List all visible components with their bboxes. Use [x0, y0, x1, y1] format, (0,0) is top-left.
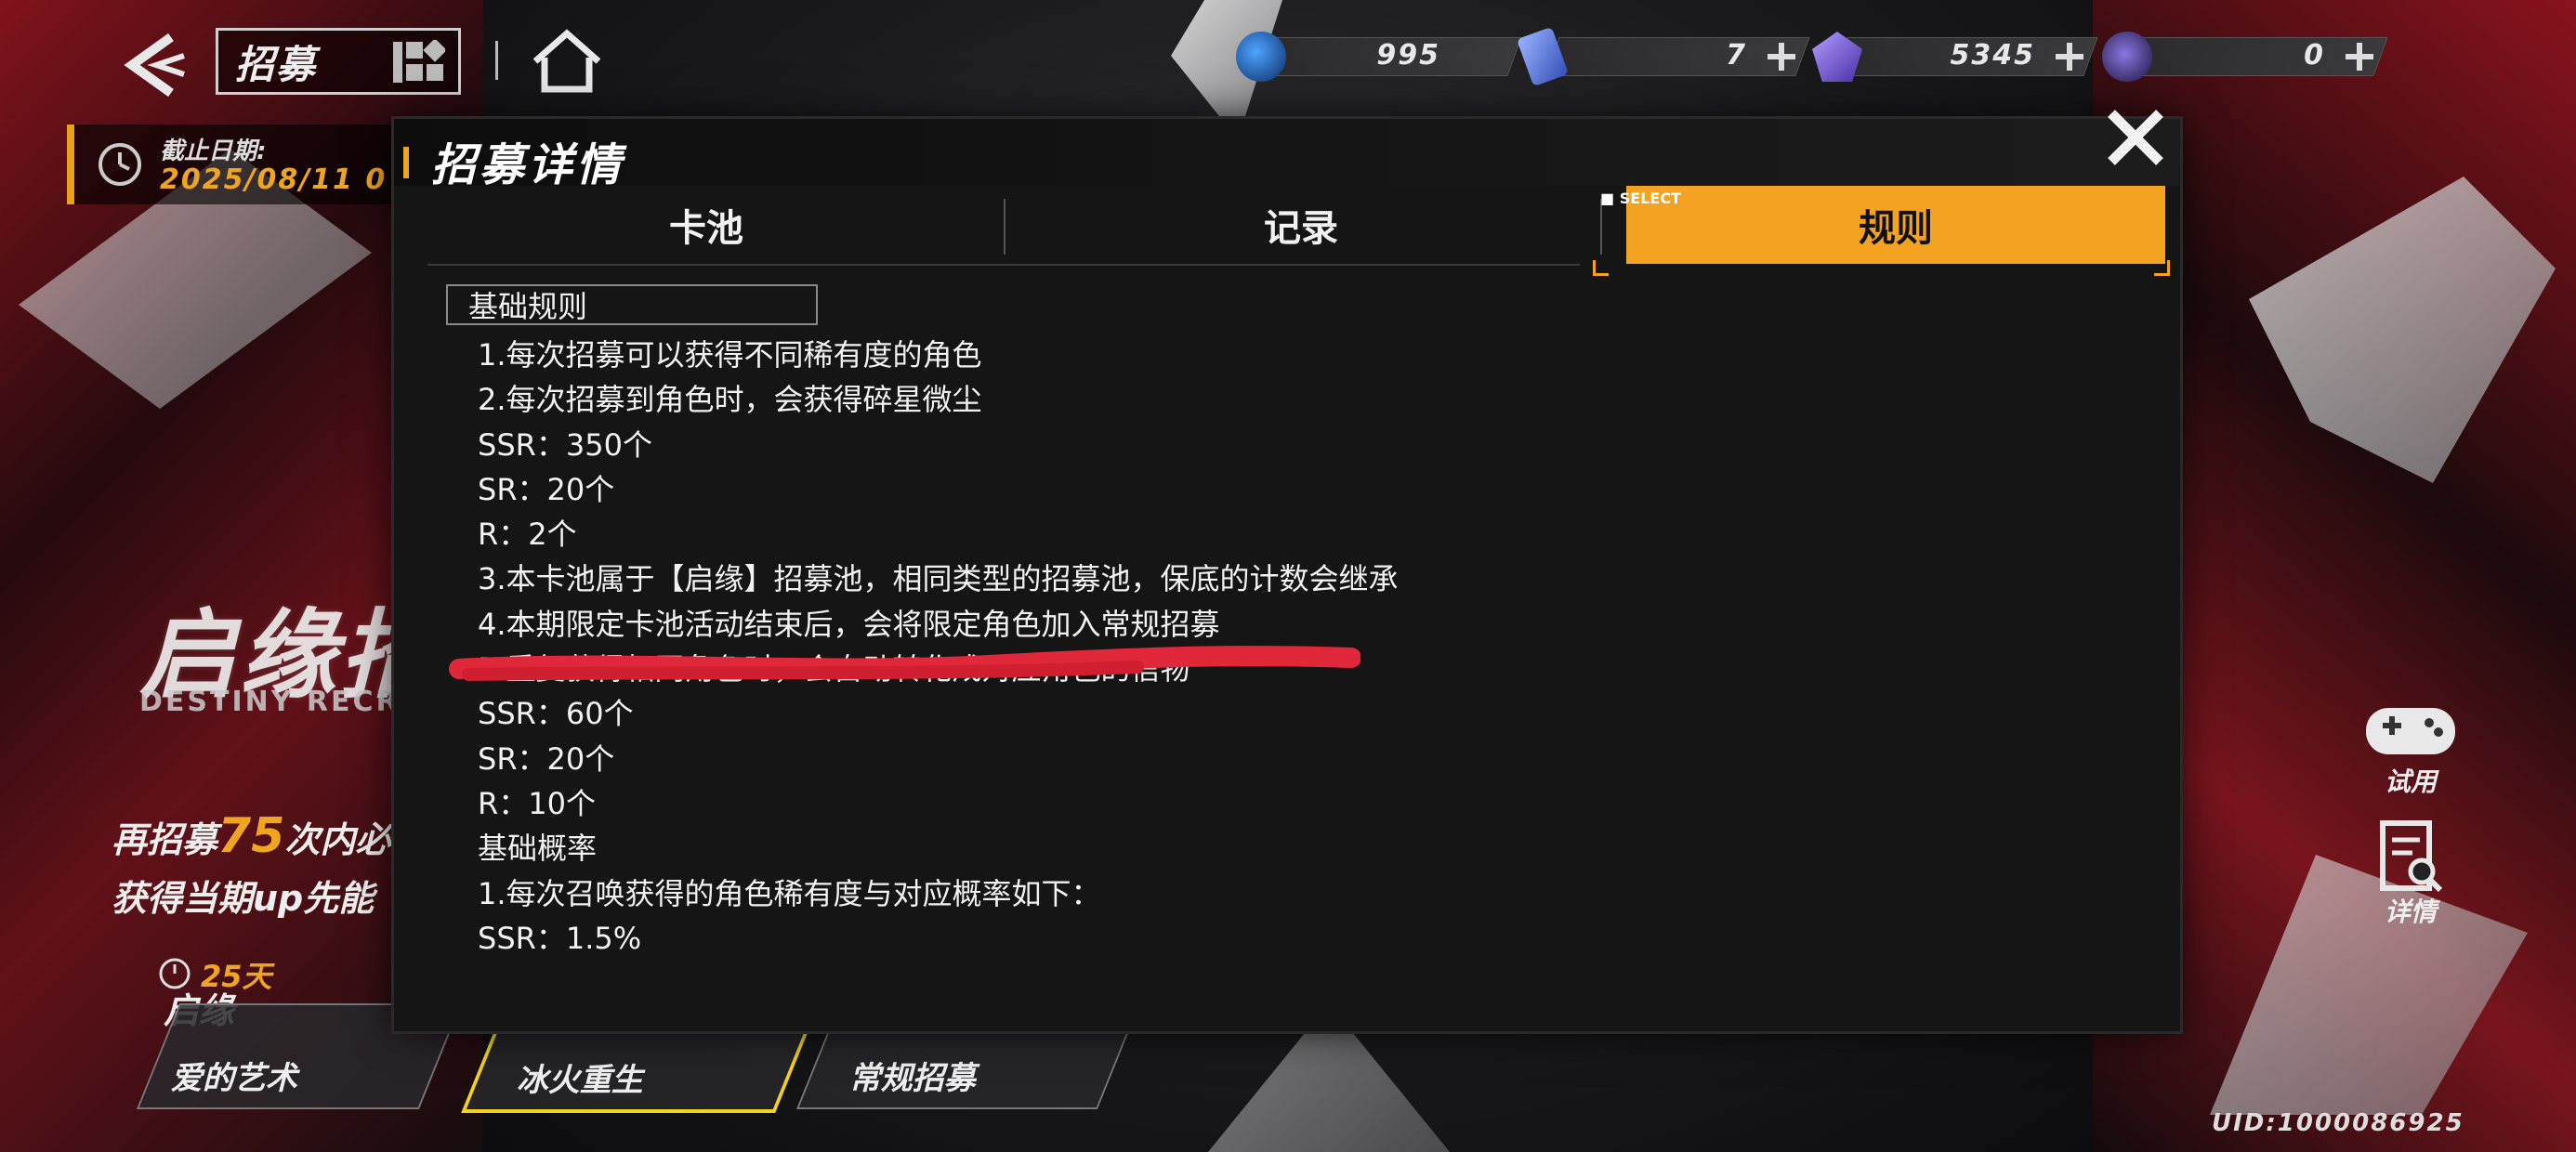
gamepad-icon — [2366, 708, 2455, 754]
rule-line: 基础概率 — [478, 831, 598, 867]
plus-icon[interactable] — [2054, 41, 2085, 72]
tab-corner — [1593, 260, 1609, 276]
trial-button[interactable]: 试用 — [2355, 687, 2466, 799]
rule-line: 1.每次召唤获得的角色稀有度与对应概率如下： — [478, 875, 1101, 911]
detail-label: 详情 — [2384, 897, 2437, 927]
plus-icon[interactable] — [1766, 41, 1797, 72]
resource-crystal: 5345 — [1812, 32, 2098, 82]
blue-orb-icon — [1236, 32, 1286, 82]
tab-corner — [2154, 260, 2170, 276]
modal-title: 招募详情 — [431, 139, 625, 191]
rule-line: SR：20个 — [478, 471, 615, 507]
rule-line: R：10个 — [478, 785, 596, 821]
promo-line-2: 获得当期up先能 — [112, 878, 375, 919]
rule-line: SSR：60个 — [478, 696, 634, 732]
red-scribble-overlay — [449, 646, 1360, 681]
user-id: UID:1000086925 — [2212, 1109, 2464, 1137]
close-button[interactable] — [2098, 100, 2173, 175]
plus-icon[interactable] — [2344, 41, 2375, 72]
recruit-detail-modal: 招募详情 卡池 记录 规则 ■ SELECT 基础规则 1.每次招募可以获得不同… — [394, 119, 2180, 1031]
home-icon — [532, 29, 601, 93]
tab-card-pool[interactable]: 卡池 — [427, 186, 985, 264]
resource-dark-orb: 0 — [2102, 32, 2388, 82]
promo-line-1: 再招募75次内必 — [112, 808, 391, 864]
dark-orb-icon — [2102, 32, 2152, 82]
deadline-box: 截止日期: 2025/08/11 0 — [67, 124, 427, 204]
tab-underline — [427, 264, 1580, 266]
rules-content: 基础规则 1.每次招募可以获得不同稀有度的角色 2.每次招募到角色时，会获得碎星… — [446, 284, 2132, 961]
rule-line: 2.每次招募到角色时，会获得碎星微尘 — [478, 382, 982, 418]
back-button[interactable] — [119, 28, 193, 102]
section-title: 基础规则 — [446, 284, 818, 325]
tab-rules[interactable]: 规则 — [1626, 186, 2165, 264]
deadline-label: 截止日期: — [160, 137, 267, 165]
resource-ticket: 7 — [1516, 26, 1810, 87]
clock-icon — [159, 958, 191, 989]
deadline-date: 2025/08/11 0 — [160, 164, 388, 196]
page-title-box: 招募 — [216, 28, 461, 95]
header-accent — [403, 147, 409, 178]
rule-line: 1.每次招募可以获得不同稀有度的角色 — [478, 337, 982, 373]
detail-button[interactable]: 详情 — [2355, 818, 2466, 929]
top-divider — [495, 41, 498, 80]
tab-records[interactable]: 记录 — [1022, 186, 1580, 264]
modal-tabs: 卡池 记录 规则 — [427, 186, 2165, 264]
tab-separator — [1600, 199, 1602, 255]
resource-blue-orb: 995 — [1236, 32, 1522, 82]
promo-count: 75 — [217, 808, 285, 864]
resource-value: 5345 — [1950, 39, 2035, 72]
select-tag: ■ SELECT — [1600, 190, 1681, 207]
rule-line: SR：20个 — [478, 740, 615, 777]
grid-icon — [393, 40, 445, 83]
rule-line: R：2个 — [478, 517, 577, 553]
home-button[interactable] — [530, 28, 604, 95]
close-icon — [2108, 110, 2163, 165]
rule-line: SSR：1.5% — [478, 920, 642, 956]
page-title: 招募 — [235, 41, 318, 87]
resource-value: 7 — [1726, 39, 1747, 72]
ticket-icon — [1516, 26, 1570, 87]
modal-header: 招募详情 — [394, 119, 2180, 191]
tab-separator — [1004, 199, 1005, 255]
rule-line: 3.本卡池属于【启缘】招募池，相同类型的招募池，保底的计数会继承 — [478, 561, 1399, 597]
back-arrow-icon — [124, 33, 185, 98]
rule-line: SSR：350个 — [478, 426, 652, 463]
resource-value: 0 — [2304, 39, 2325, 72]
resource-value: 995 — [1376, 39, 1440, 72]
trial-label: 试用 — [2384, 766, 2437, 797]
clock-icon — [99, 143, 141, 186]
document-search-icon — [2380, 820, 2443, 893]
